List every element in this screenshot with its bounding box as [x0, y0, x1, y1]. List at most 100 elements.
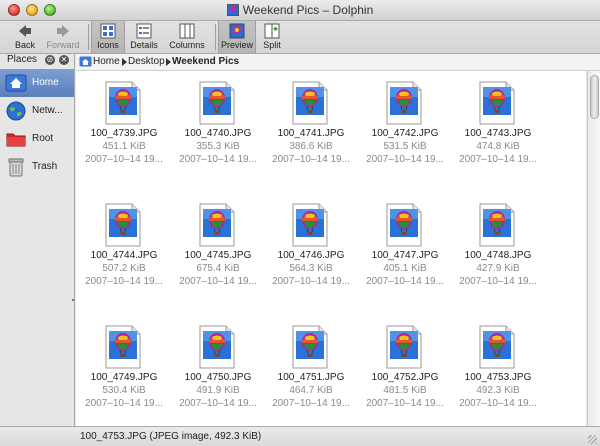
- undock-icon[interactable]: ⊘: [45, 55, 55, 65]
- folder-red-icon: [6, 133, 26, 147]
- file-item[interactable]: 100_4739.JPG 451.1 KiB 2007–10–14 19...: [76, 75, 172, 195]
- file-date: 2007–10–14 19...: [179, 398, 257, 409]
- panel-splitter-handle[interactable]: [72, 299, 74, 301]
- file-name: 100_4745.JPG: [184, 250, 252, 261]
- image-thumbnail-icon[interactable]: [479, 325, 515, 369]
- close-panel-icon[interactable]: ✕: [59, 55, 69, 65]
- file-item[interactable]: 100_4752.JPG 481.5 KiB 2007–10–14 19...: [357, 319, 453, 426]
- places-item-label: Trash: [32, 161, 58, 172]
- image-thumbnail-icon[interactable]: [292, 81, 328, 125]
- image-thumbnail-icon[interactable]: [479, 81, 515, 125]
- split-button[interactable]: Split: [258, 21, 286, 53]
- forward-label: Forward: [46, 40, 80, 50]
- places-title: Places: [7, 54, 38, 65]
- toolbar: Back Forward Icons Details Columns Previ…: [0, 21, 600, 54]
- file-item[interactable]: 100_4747.JPG 405.1 KiB 2007–10–14 19...: [357, 197, 453, 317]
- details-view-icon: [136, 23, 152, 39]
- file-size: 386.6 KiB: [289, 141, 333, 152]
- status-bar: 100_4753.JPG (JPEG image, 492.3 KiB): [0, 426, 600, 446]
- places-item-trash[interactable]: Trash: [0, 153, 74, 181]
- image-thumbnail-icon[interactable]: [386, 203, 422, 247]
- file-date: 2007–10–14 19...: [272, 398, 350, 409]
- vertical-scrollbar[interactable]: [587, 71, 600, 426]
- window-title: Weekend Pics – Dolphin: [242, 3, 374, 17]
- back-label: Back: [14, 40, 35, 50]
- file-name: 100_4751.JPG: [277, 372, 345, 383]
- image-thumbnail-icon[interactable]: [292, 203, 328, 247]
- file-item[interactable]: 100_4744.JPG 507.2 KiB 2007–10–14 19...: [76, 197, 172, 317]
- file-item[interactable]: 100_4746.JPG 564.3 KiB 2007–10–14 19...: [263, 197, 359, 317]
- forward-button[interactable]: Forward: [44, 21, 82, 53]
- file-name: 100_4749.JPG: [90, 372, 158, 383]
- dolphin-window: Weekend Pics – Dolphin Back Forward Icon…: [0, 0, 600, 446]
- places-item-home[interactable]: Home: [0, 69, 74, 97]
- file-date: 2007–10–14 19...: [85, 154, 163, 165]
- image-thumbnail-icon[interactable]: [292, 325, 328, 369]
- file-item[interactable]: 100_4753.JPG 492.3 KiB 2007–10–14 19...: [450, 319, 546, 426]
- file-size: 355.3 KiB: [196, 141, 240, 152]
- file-name: 100_4740.JPG: [184, 128, 252, 139]
- image-thumbnail-icon[interactable]: [199, 325, 235, 369]
- image-thumbnail-icon[interactable]: [199, 81, 235, 125]
- columns-label: Columns: [169, 40, 205, 50]
- breadcrumb-arrow-icon[interactable]: [166, 58, 171, 66]
- file-item[interactable]: 100_4750.JPG 491.9 KiB 2007–10–14 19...: [170, 319, 266, 426]
- places-item-root[interactable]: Root: [0, 125, 74, 153]
- resize-grip[interactable]: [588, 435, 597, 444]
- file-size: 474.8 KiB: [476, 141, 520, 152]
- file-item[interactable]: 100_4740.JPG 355.3 KiB 2007–10–14 19...: [170, 75, 266, 195]
- file-date: 2007–10–14 19...: [179, 276, 257, 287]
- image-thumbnail-icon[interactable]: [105, 81, 141, 125]
- file-item[interactable]: 100_4745.JPG 675.4 KiB 2007–10–14 19...: [170, 197, 266, 317]
- file-size: 675.4 KiB: [196, 263, 240, 274]
- split-icon: [264, 23, 280, 39]
- file-item[interactable]: 100_4749.JPG 530.4 KiB 2007–10–14 19...: [76, 319, 172, 426]
- title-bar[interactable]: Weekend Pics – Dolphin: [0, 0, 600, 21]
- image-thumbnail-icon[interactable]: [386, 81, 422, 125]
- breadcrumb-home[interactable]: Home: [93, 56, 120, 67]
- image-thumbnail-icon[interactable]: [199, 203, 235, 247]
- file-item[interactable]: 100_4743.JPG 474.8 KiB 2007–10–14 19...: [450, 75, 546, 195]
- file-date: 2007–10–14 19...: [179, 154, 257, 165]
- breadcrumb-current[interactable]: Weekend Pics: [172, 56, 239, 67]
- file-name: 100_4752.JPG: [371, 372, 439, 383]
- status-text: 100_4753.JPG (JPEG image, 492.3 KiB): [80, 431, 262, 442]
- file-size: 507.2 KiB: [102, 263, 146, 274]
- back-button[interactable]: Back: [6, 21, 44, 53]
- image-thumbnail-icon[interactable]: [105, 325, 141, 369]
- places-item-label: Netw...: [32, 105, 63, 116]
- file-name: 100_4742.JPG: [371, 128, 439, 139]
- file-name: 100_4739.JPG: [90, 128, 158, 139]
- file-name: 100_4746.JPG: [277, 250, 345, 261]
- image-thumbnail-icon[interactable]: [479, 203, 515, 247]
- breadcrumb-arrow-icon[interactable]: [122, 58, 127, 66]
- image-thumbnail-icon[interactable]: [386, 325, 422, 369]
- icons-view-button[interactable]: Icons: [91, 21, 125, 53]
- file-size: 464.7 KiB: [289, 385, 333, 396]
- places-item-network[interactable]: Netw...: [0, 97, 74, 125]
- scrollbar-thumb[interactable]: [590, 75, 599, 119]
- toolbar-separator: [215, 24, 216, 50]
- window-title-wrap: Weekend Pics – Dolphin: [0, 3, 600, 17]
- details-view-button[interactable]: Details: [126, 21, 162, 53]
- home-icon: [79, 56, 92, 67]
- file-date: 2007–10–14 19...: [366, 398, 444, 409]
- file-item[interactable]: 100_4751.JPG 464.7 KiB 2007–10–14 19...: [263, 319, 359, 426]
- preview-label: Preview: [220, 40, 253, 50]
- image-file-icon: [226, 4, 239, 16]
- preview-button[interactable]: Preview: [218, 21, 256, 53]
- file-size: 492.3 KiB: [476, 385, 520, 396]
- file-item[interactable]: 100_4741.JPG 386.6 KiB 2007–10–14 19...: [263, 75, 359, 195]
- icons-view-icon: [100, 23, 116, 39]
- file-view[interactable]: 100_4739.JPG 451.1 KiB 2007–10–14 19... 100…: [76, 71, 586, 426]
- breadcrumb-desktop[interactable]: Desktop: [128, 56, 165, 67]
- file-item[interactable]: 100_4748.JPG 427.9 KiB 2007–10–14 19...: [450, 197, 546, 317]
- file-date: 2007–10–14 19...: [459, 276, 537, 287]
- file-size: 564.3 KiB: [289, 263, 333, 274]
- columns-view-button[interactable]: Columns: [166, 21, 208, 53]
- image-thumbnail-icon[interactable]: [105, 203, 141, 247]
- file-item[interactable]: 100_4742.JPG 531.5 KiB 2007–10–14 19...: [357, 75, 453, 195]
- file-size: 427.9 KiB: [476, 263, 520, 274]
- home-icon: [5, 74, 27, 92]
- file-date: 2007–10–14 19...: [366, 154, 444, 165]
